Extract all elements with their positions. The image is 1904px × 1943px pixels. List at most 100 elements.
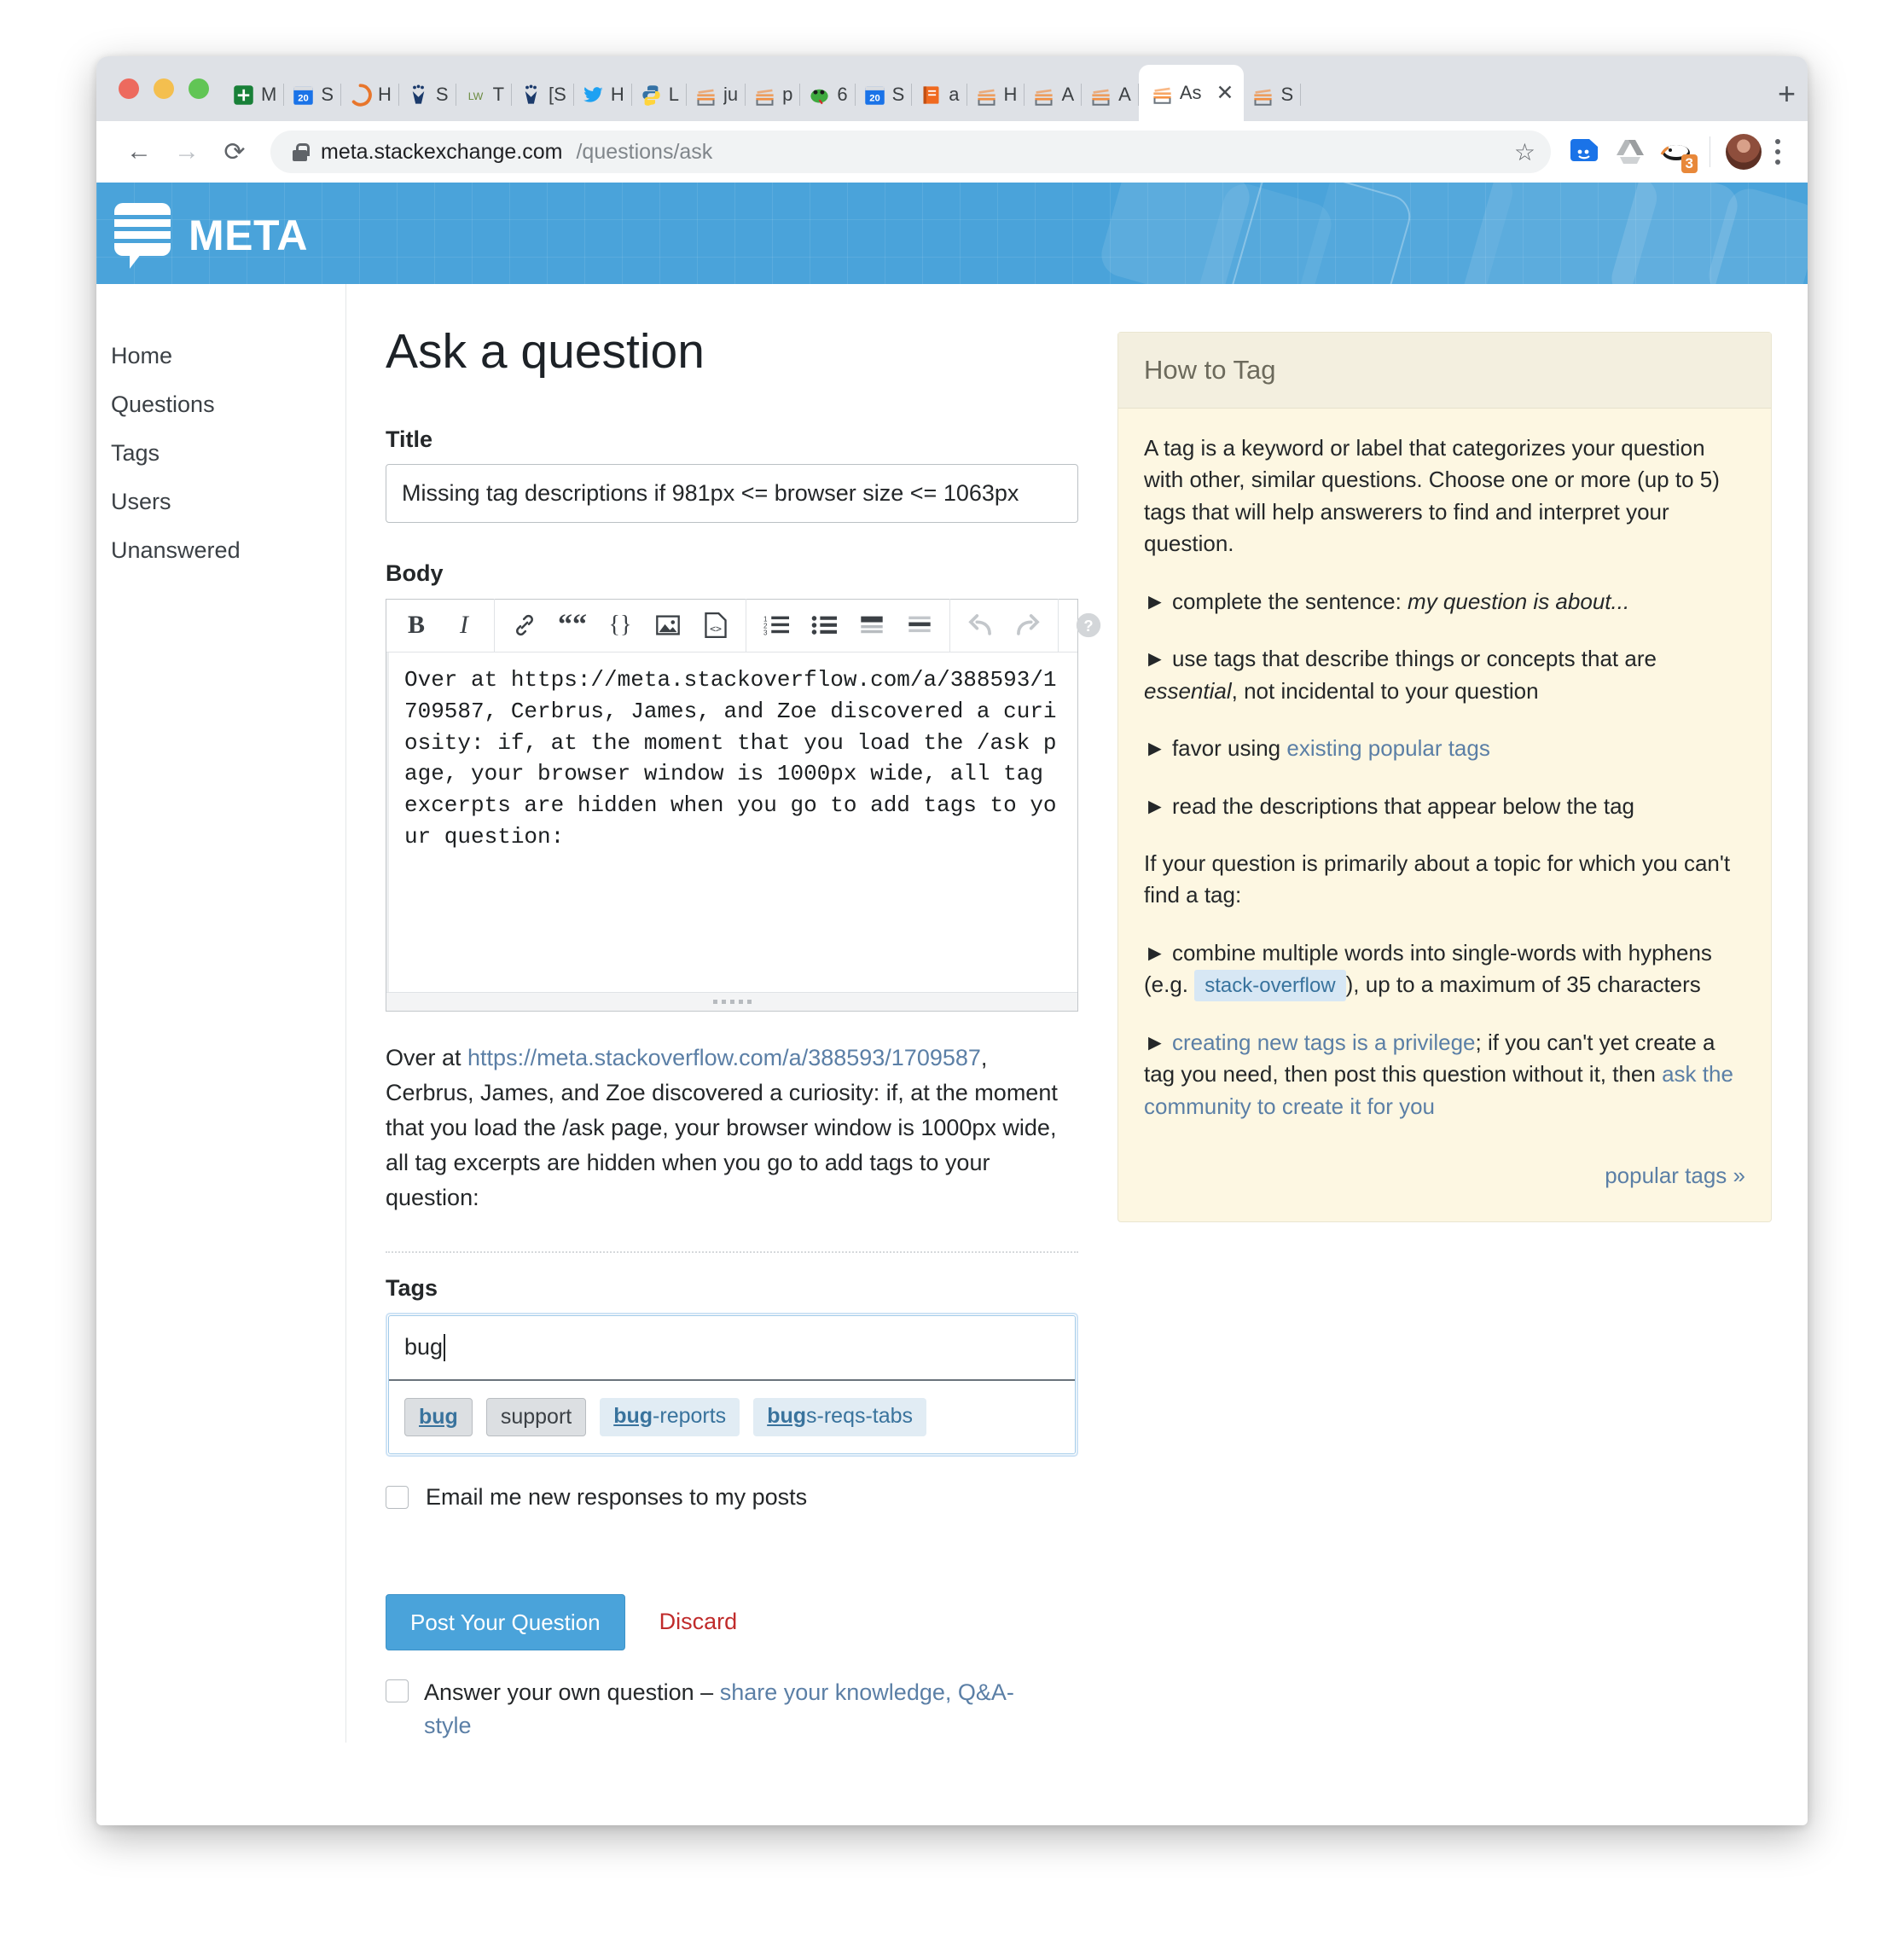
link-icon[interactable] (508, 609, 541, 641)
tab-label: S (321, 84, 334, 105)
badger-extension-icon[interactable]: 3 (1653, 129, 1699, 175)
tab-17[interactable]: S (1244, 68, 1302, 121)
gitlab-icon (407, 84, 430, 107)
forward-button[interactable]: → (163, 128, 211, 176)
sidebar-item-home[interactable]: Home (96, 332, 345, 380)
back-button[interactable]: ← (115, 128, 163, 176)
tag-suggestion[interactable]: bug-reports (600, 1397, 740, 1436)
help-icon[interactable]: ? (1072, 609, 1105, 641)
how-to-tag-panel: How to Tag A tag is a keyword or label t… (1117, 332, 1772, 1222)
inline-code-icon[interactable]: {} (604, 609, 636, 641)
bold-button[interactable]: B (400, 609, 432, 641)
sidebar-item-users[interactable]: Users (96, 478, 345, 526)
tab-11[interactable]: 20 S (856, 68, 913, 121)
numbered-list-icon[interactable]: 123 (760, 609, 792, 641)
answer-own-question-row[interactable]: Answer your own question – share your kn… (386, 1676, 1051, 1743)
tags-input-value: bug (404, 1334, 444, 1360)
bookmark-star-icon[interactable]: ☆ (1514, 138, 1535, 166)
calendar-20-icon: 20 (863, 84, 886, 107)
heading-icon[interactable] (856, 609, 888, 641)
post-question-button[interactable]: Post Your Question (386, 1593, 625, 1650)
discard-button[interactable]: Discard (659, 1609, 738, 1635)
preview-link[interactable]: https://meta.stackoverflow.com/a/388593/… (467, 1045, 981, 1070)
tags-input[interactable]: bug (389, 1316, 1075, 1379)
text-caret (444, 1333, 446, 1361)
reload-button[interactable]: ⟳ (211, 128, 258, 176)
bulleted-list-icon[interactable] (808, 609, 840, 641)
tab-15[interactable]: A (1082, 68, 1139, 121)
tab-label: ju (723, 84, 739, 105)
book-icon (920, 84, 943, 107)
tab-2[interactable]: H (341, 68, 399, 121)
page-title: Ask a question (386, 324, 705, 379)
popular-tags-link[interactable]: popular tags » (1605, 1163, 1745, 1188)
editor-toolbar: B I ““ {} <> 1 2 3 ? (386, 599, 1101, 652)
tab-8[interactable]: ju (687, 68, 746, 121)
body-textarea[interactable]: Over at https://meta.stackoverflow.com/a… (386, 652, 1077, 992)
tab-10[interactable]: 6 (800, 68, 856, 121)
tab-label: S (435, 84, 449, 105)
twitter-icon (582, 84, 605, 107)
editor-resize-grip[interactable] (386, 991, 1077, 1011)
svg-text:?: ? (1083, 617, 1093, 635)
stackexchange-icon (753, 84, 776, 107)
creating-tags-privilege-link[interactable]: creating new tags is a privilege (1172, 1030, 1476, 1055)
tab-5[interactable]: [S (512, 68, 574, 121)
new-tab-button[interactable]: + (1762, 78, 1808, 121)
tab-1[interactable]: 20 S (284, 68, 342, 121)
lock-icon (293, 142, 310, 161)
browser-menu-button[interactable] (1767, 139, 1789, 165)
answer-own-text: Answer your own question – share your kn… (424, 1676, 1051, 1743)
tab-7[interactable]: L (632, 68, 687, 121)
tab-13[interactable]: H (967, 68, 1025, 121)
bullet-2-text: ► use tags that describe things or conce… (1144, 646, 1657, 672)
avatar (1726, 134, 1762, 170)
header-decoration (96, 183, 1808, 284)
minimize-window-button[interactable] (154, 78, 174, 99)
sidebar-item-tags[interactable]: Tags (96, 429, 345, 478)
tag-suggestion[interactable]: bug (404, 1397, 473, 1436)
tab-0[interactable]: M (224, 68, 285, 121)
site-logo[interactable]: META (114, 203, 308, 269)
tags-field-label: Tags (386, 1274, 438, 1301)
sidebar-item-questions[interactable]: Questions (96, 380, 345, 429)
tab-14[interactable]: A (1025, 68, 1083, 121)
existing-popular-tags-link[interactable]: existing popular tags (1286, 735, 1489, 761)
extension-pocket-icon[interactable] (1561, 129, 1607, 175)
undo-icon[interactable] (964, 609, 996, 641)
answer-own-checkbox[interactable] (386, 1679, 409, 1702)
extension-badge-count: 3 (1681, 154, 1698, 173)
title-input[interactable] (386, 463, 1078, 523)
tab-9[interactable]: p (746, 68, 801, 121)
url-path: /questions/ask (576, 139, 713, 164)
email-notify-checkbox[interactable] (386, 1485, 409, 1509)
tab-12[interactable]: a (912, 68, 967, 121)
close-window-button[interactable] (119, 78, 139, 99)
tab-3[interactable]: S (399, 68, 456, 121)
form-actions: Post Your Question Discard (386, 1593, 1078, 1650)
address-bar[interactable]: meta.stackexchange.com/questions/ask ☆ (270, 130, 1551, 173)
email-notify-row[interactable]: Email me new responses to my posts (386, 1484, 1078, 1511)
tag-rest: support (500, 1404, 572, 1429)
example-tag-chip[interactable]: stack-overflow (1194, 970, 1346, 1002)
snake-icon (808, 84, 831, 107)
horizontal-rule-icon[interactable] (903, 609, 936, 641)
profile-avatar[interactable] (1721, 129, 1767, 175)
tag-suggestion[interactable]: bugs-reqs-tabs (753, 1397, 927, 1436)
google-drive-icon[interactable] (1607, 129, 1653, 175)
tag-suggestion[interactable]: support (485, 1397, 587, 1436)
tab-close-icon[interactable]: ✕ (1216, 80, 1234, 106)
tab-4[interactable]: LW T (456, 68, 513, 121)
maximize-window-button[interactable] (189, 78, 209, 99)
sidebar-item-unanswered[interactable]: Unanswered (96, 526, 345, 575)
tab-label: A (1118, 84, 1131, 105)
tab-6[interactable]: H (574, 68, 632, 121)
blockquote-icon[interactable]: ““ (556, 609, 589, 641)
italic-button[interactable]: I (448, 609, 480, 641)
tab-label: H (1003, 84, 1018, 105)
image-icon[interactable] (652, 609, 684, 641)
svg-text:3: 3 (763, 629, 768, 636)
code-block-icon[interactable]: <> (699, 609, 732, 641)
tab-active[interactable]: As ✕ (1138, 65, 1245, 121)
redo-icon[interactable] (1012, 609, 1044, 641)
